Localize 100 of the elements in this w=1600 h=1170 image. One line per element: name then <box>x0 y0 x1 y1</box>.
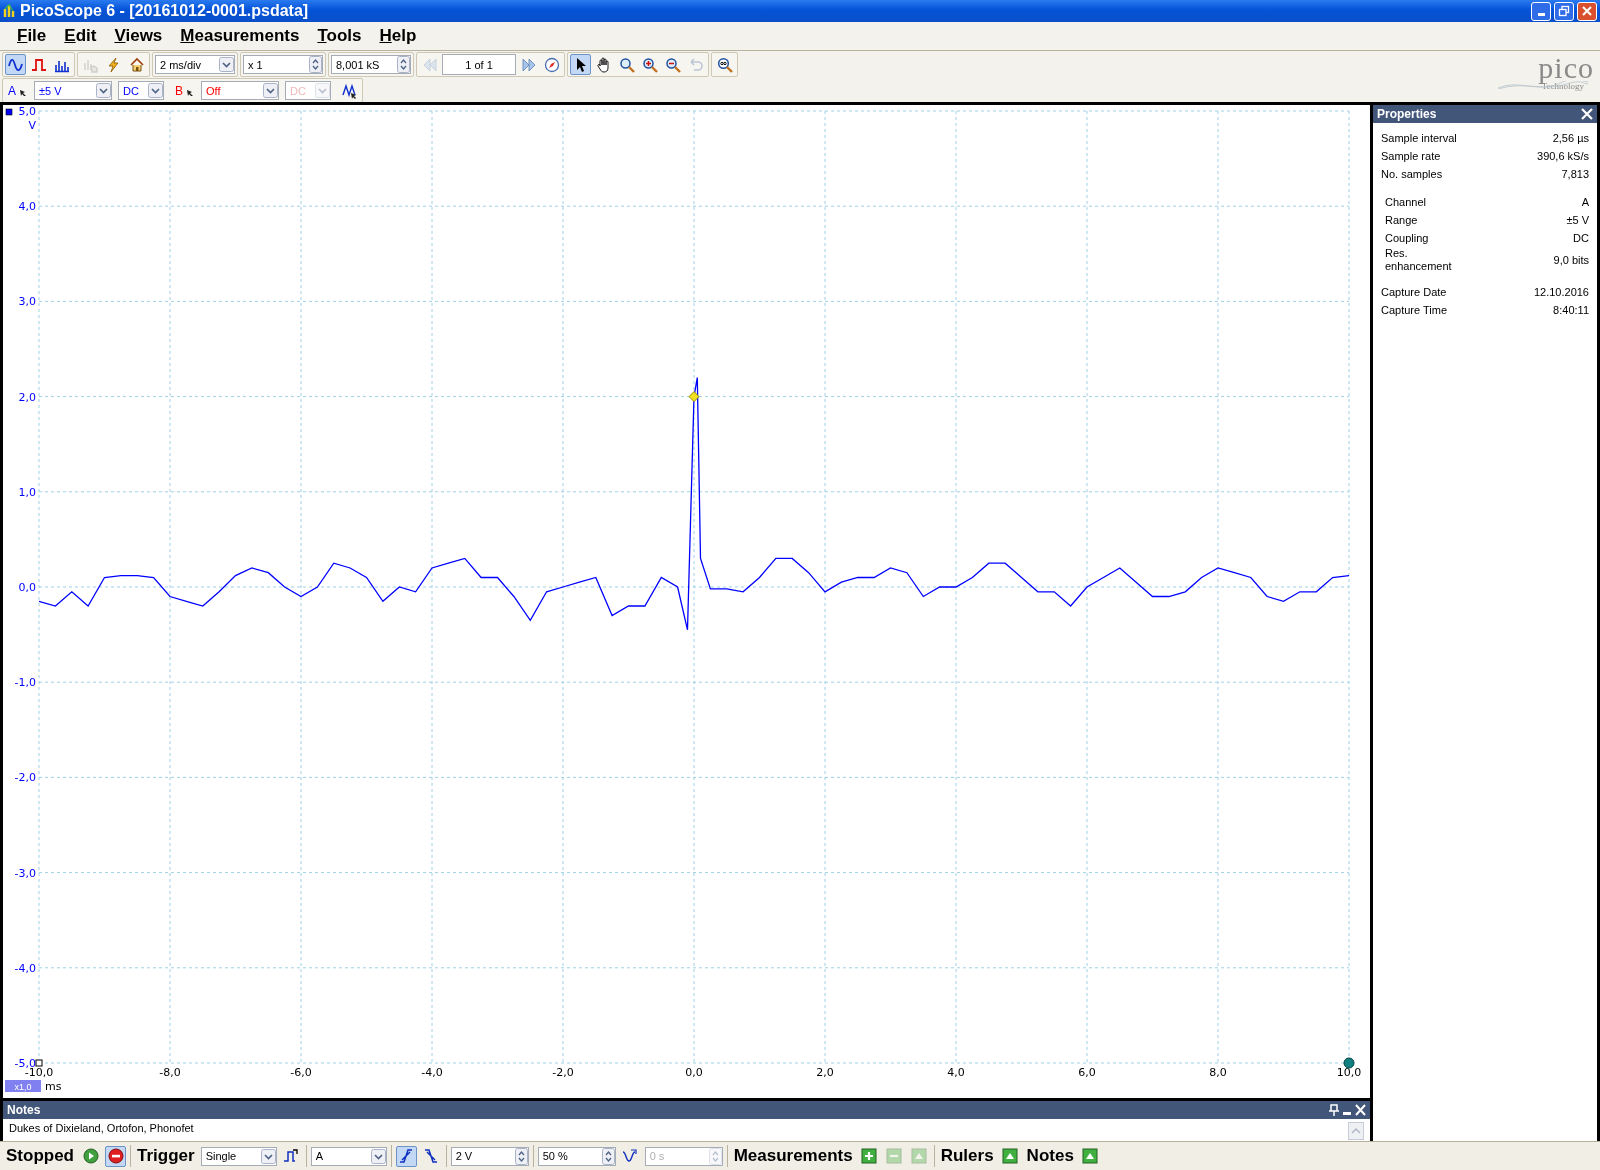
x-axis-label: 10,0 <box>1336 1066 1362 1079</box>
run-button[interactable] <box>80 1145 101 1167</box>
spin-arrows-icon <box>708 1147 722 1165</box>
pulse-icon <box>283 1148 300 1164</box>
property-value: 12.10.2016 <box>1533 286 1589 298</box>
y-axis-label: 3,0 <box>18 295 36 309</box>
spin-arrows-icon <box>601 1147 615 1165</box>
ruler-handle-icon[interactable] <box>35 1059 43 1067</box>
app-icon <box>3 3 17 19</box>
property-value: DC <box>1573 232 1589 244</box>
notes-text[interactable]: Dukes of Dixieland, Ortofon, Phonofet <box>9 1122 194 1134</box>
trigger-label: Trigger <box>136 1146 196 1166</box>
channel-label[interactable]: B <box>172 83 184 98</box>
x-axis-label: 6,0 <box>1078 1066 1096 1079</box>
range-select[interactable]: ±5 V <box>34 81 112 100</box>
trigger-marker-icon[interactable] <box>688 391 700 403</box>
zoom-fit-icon <box>716 56 733 73</box>
x-axis-label: -2,0 <box>552 1066 574 1079</box>
cursor-tool-button[interactable] <box>570 54 591 75</box>
y-axis-label: 4,0 <box>18 200 36 214</box>
stop-button[interactable] <box>105 1145 126 1167</box>
property-value: 8:40:11 <box>1553 304 1589 316</box>
property-label: Coupling <box>1385 231 1429 245</box>
menu-item[interactable]: Tools <box>308 26 371 46</box>
zoom-in-icon <box>641 56 658 73</box>
x-axis-label: -8,0 <box>159 1066 181 1079</box>
range-select[interactable]: Off <box>201 81 280 100</box>
window-title: PicoScope 6 - [20161012-0001.psdata] <box>20 2 310 20</box>
timebase-select[interactable]: 2 ms/div <box>155 55 235 74</box>
x-axis-label: -6,0 <box>290 1066 312 1079</box>
menu-item[interactable]: File <box>8 26 56 46</box>
capture-status: Stopped <box>5 1146 75 1166</box>
stop-icon <box>107 1148 124 1164</box>
panel-label: Rulers <box>939 1146 995 1166</box>
menu-item[interactable]: Measurements <box>171 26 309 46</box>
minimize-button[interactable] <box>1531 1 1551 21</box>
close-button[interactable] <box>1577 1 1597 21</box>
property-label: Capture Time <box>1381 303 1448 317</box>
y-axis-label: -2,0 <box>14 771 36 785</box>
x-axis-label: 8,0 <box>1209 1066 1227 1079</box>
property-label: Channel <box>1385 195 1426 209</box>
spin-arrows-icon <box>514 1147 528 1165</box>
property-label: Res. enhancement <box>1385 247 1453 273</box>
add-button[interactable] <box>858 1145 880 1167</box>
property-value: ±5 V <box>1566 214 1589 226</box>
view-mode-button[interactable] <box>5 54 26 75</box>
plus-icon <box>861 1148 878 1164</box>
y-axis-unit: V <box>28 119 36 132</box>
double-right-arrow-icon <box>520 56 537 73</box>
restore-button[interactable] <box>1554 1 1574 21</box>
channel-label[interactable]: A <box>5 83 16 98</box>
restore-icon <box>1558 5 1570 17</box>
zoom-factor-badge: x1,0 <box>5 1080 41 1092</box>
property-label: Capture Date <box>1381 285 1447 299</box>
zoom-out-icon <box>664 56 681 73</box>
y-axis-label: 1,0 <box>18 485 36 499</box>
wave-hand-icon <box>341 82 358 99</box>
undo-icon <box>687 56 704 73</box>
x-axis-label: 0,0 <box>685 1066 703 1079</box>
play-icon <box>82 1148 99 1164</box>
waveform-arrow-icon <box>622 1148 639 1164</box>
buffer-position-field[interactable]: 1 of 1 <box>442 54 516 75</box>
pre-trigger-spinbox[interactable]: 50 % <box>537 1146 616 1166</box>
minimize-icon <box>1537 12 1545 16</box>
x-axis-unit: ms <box>45 1080 62 1093</box>
double-left-arrow-icon <box>421 56 438 73</box>
y-axis-label: 0,0 <box>18 581 36 594</box>
open-button[interactable] <box>999 1145 1021 1167</box>
scrollbar <box>1348 1122 1364 1140</box>
property-label: No. samples <box>1381 167 1443 181</box>
minus-icon <box>886 1148 903 1164</box>
rising-edge-icon <box>398 1148 415 1164</box>
notes-title: Notes <box>7 1103 42 1117</box>
x-axis-label: -4,0 <box>421 1066 443 1079</box>
spin-arrows-icon <box>397 56 410 73</box>
open-button[interactable] <box>1079 1145 1101 1167</box>
spin-arrows-icon <box>309 56 322 73</box>
ruler-handle-icon[interactable] <box>1343 1057 1355 1069</box>
menu-item[interactable]: Help <box>370 26 426 46</box>
menu-item[interactable]: Views <box>105 26 172 46</box>
sine-wave-icon <box>7 56 24 73</box>
close-icon <box>1581 108 1593 120</box>
coupling-select[interactable]: DC <box>118 81 164 100</box>
samples-spinbox[interactable]: 8,001 kS <box>331 55 411 74</box>
rising-edge-button[interactable] <box>395 1145 417 1167</box>
y-axis-label: -4,0 <box>14 961 36 975</box>
panel-label: Notes <box>1025 1146 1075 1166</box>
menu-item[interactable]: Edit <box>55 26 106 46</box>
compass-icon <box>543 56 560 73</box>
pulse-icon <box>30 56 47 73</box>
close-icon <box>1355 1104 1366 1116</box>
x-axis-label: 4,0 <box>947 1066 965 1079</box>
pin-icon <box>1329 1104 1339 1116</box>
trigger-source-select[interactable]: A <box>310 1146 387 1166</box>
lightning-icon <box>105 56 122 73</box>
threshold-spinbox[interactable]: 2 V <box>450 1146 529 1166</box>
trigger-mode-select[interactable]: Single <box>200 1146 277 1166</box>
property-label: Sample rate <box>1381 149 1441 163</box>
zoom-spinbox[interactable]: x 1 <box>243 55 323 74</box>
panel-label: Measurements <box>732 1146 854 1166</box>
